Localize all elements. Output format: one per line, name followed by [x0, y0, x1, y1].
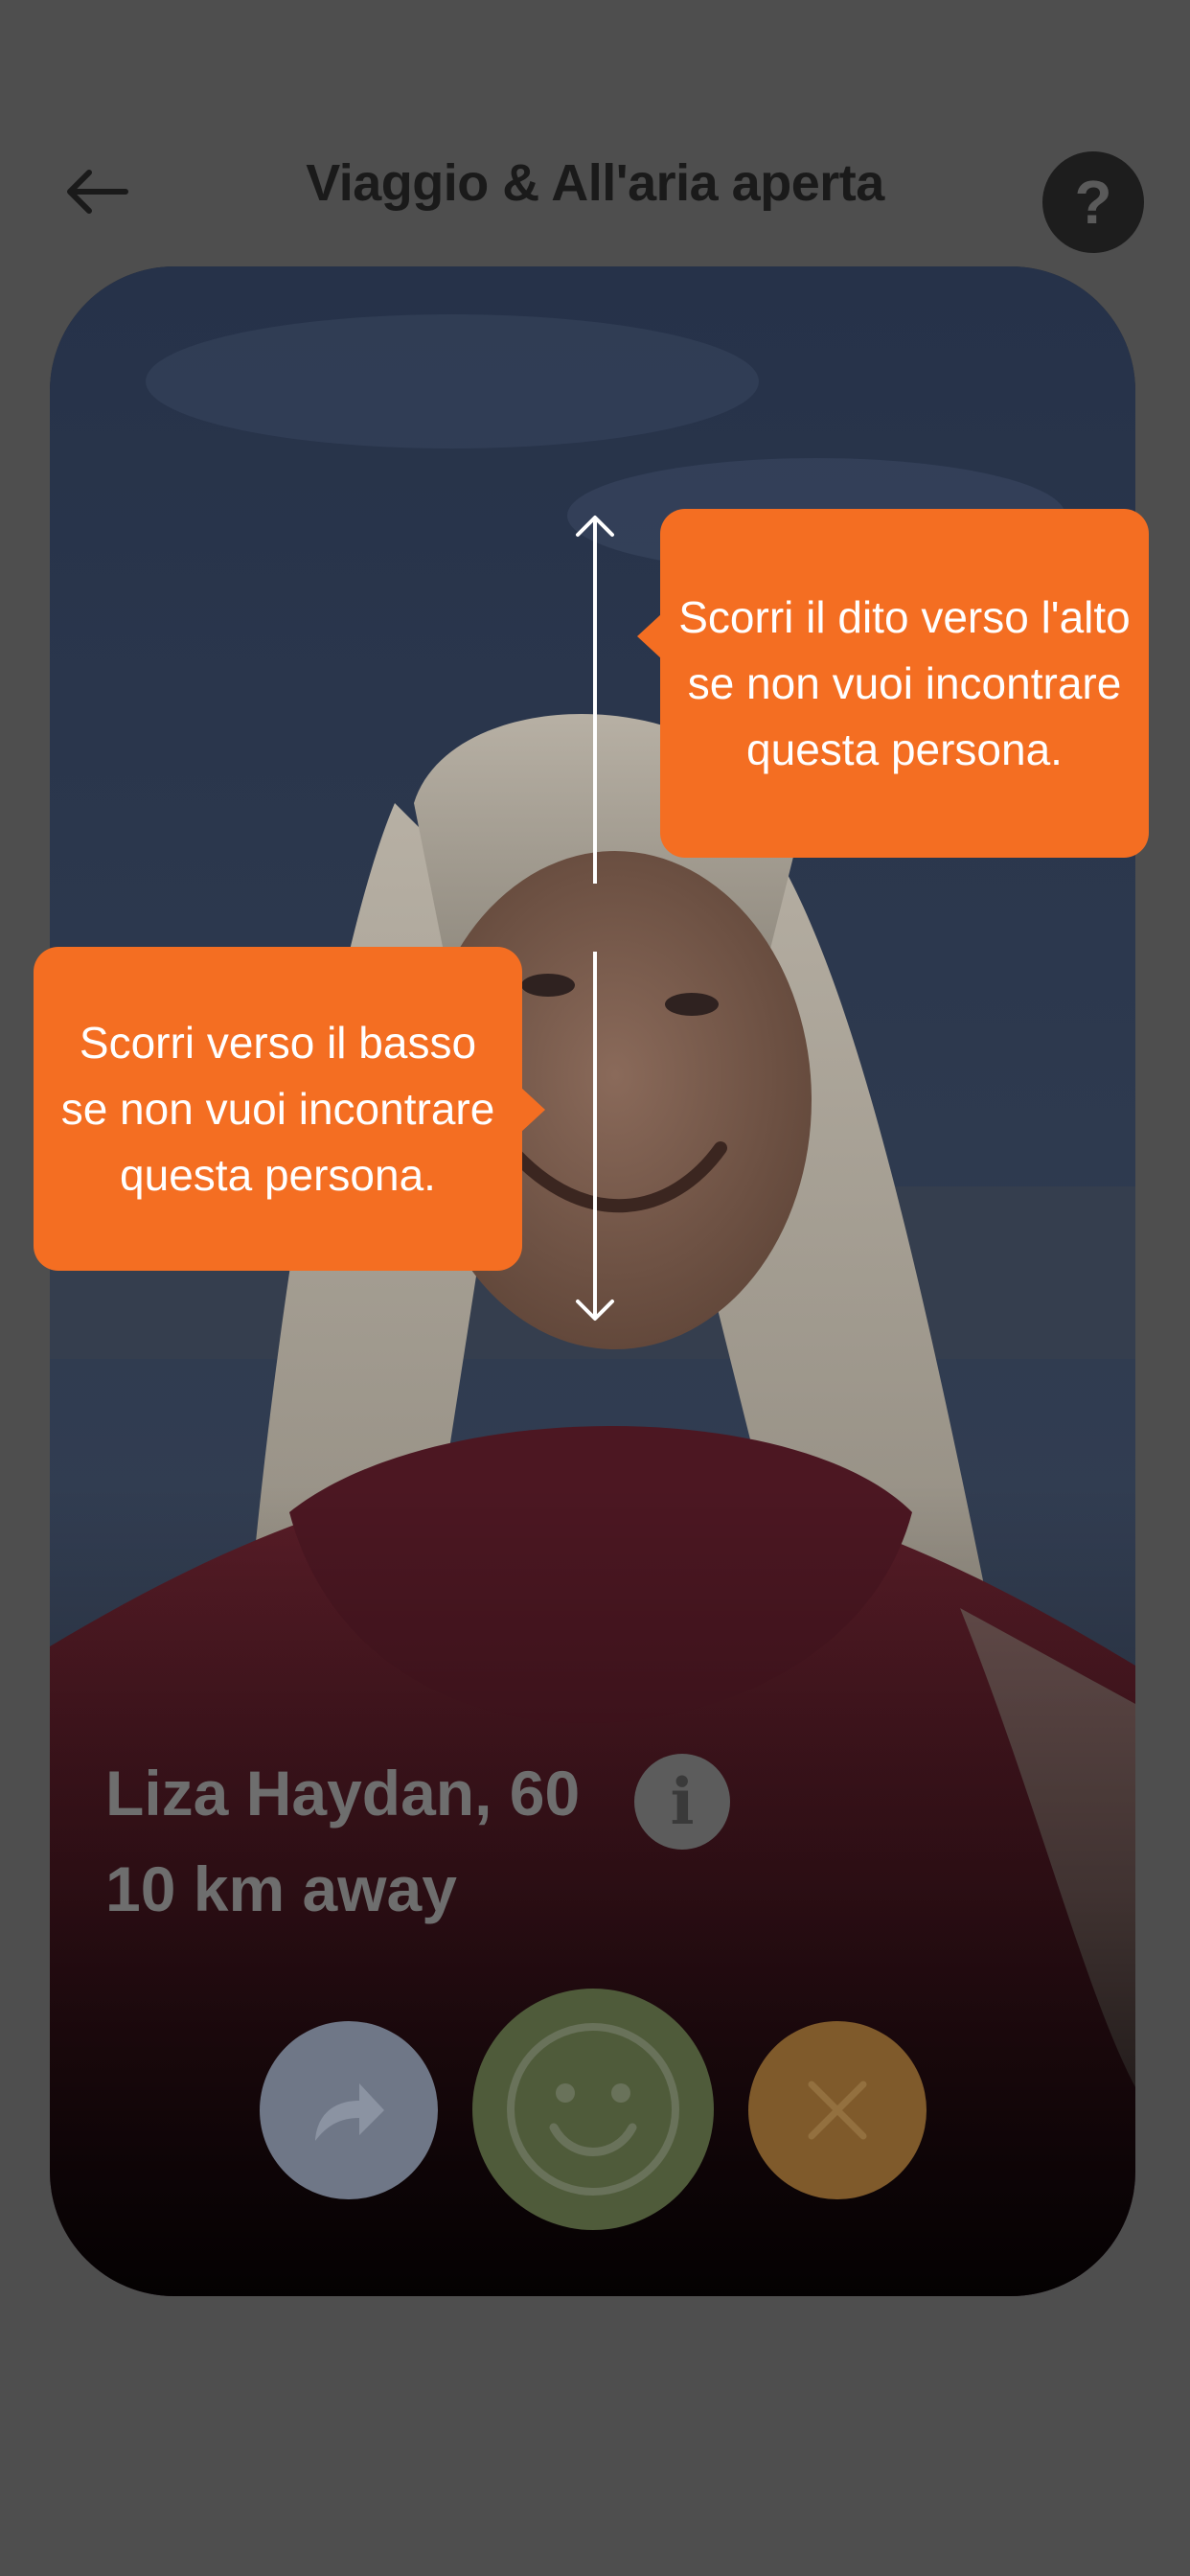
pass-button[interactable]: [748, 2021, 927, 2199]
smiley-face-icon: [507, 2023, 679, 2196]
swipe-down-hint-text: Scorri verso il basso se non vuoi incont…: [60, 1017, 495, 1200]
help-button[interactable]: ?: [1042, 151, 1144, 253]
page-title: Viaggio & All'aria aperta: [306, 154, 884, 212]
like-button[interactable]: [472, 1989, 714, 2230]
profile-name-age: Liza Haydan, 60: [105, 1758, 581, 1828]
swipe-down-tooltip: Scorri verso il basso se non vuoi incont…: [34, 947, 522, 1271]
close-x-icon: [808, 2081, 867, 2140]
top-bar: Viaggio & All'aria aperta ?: [0, 0, 1190, 259]
question-mark-icon: ?: [1074, 168, 1112, 237]
share-button[interactable]: [260, 2021, 438, 2199]
profile-distance: 10 km away: [105, 1853, 457, 1924]
arrow-left-icon: [67, 170, 128, 214]
info-button[interactable]: i: [634, 1754, 730, 1850]
tooltip-down-tail: [520, 1087, 545, 1133]
back-button[interactable]: [53, 153, 139, 230]
swipe-up-hint-text: Scorri il dito verso l'alto se non vuoi …: [678, 591, 1131, 774]
info-icon: i: [670, 1764, 695, 1839]
swipe-up-tooltip: Scorri il dito verso l'alto se non vuoi …: [660, 509, 1149, 858]
tooltip-up-tail: [637, 613, 662, 659]
share-arrow-icon: [315, 2083, 384, 2141]
